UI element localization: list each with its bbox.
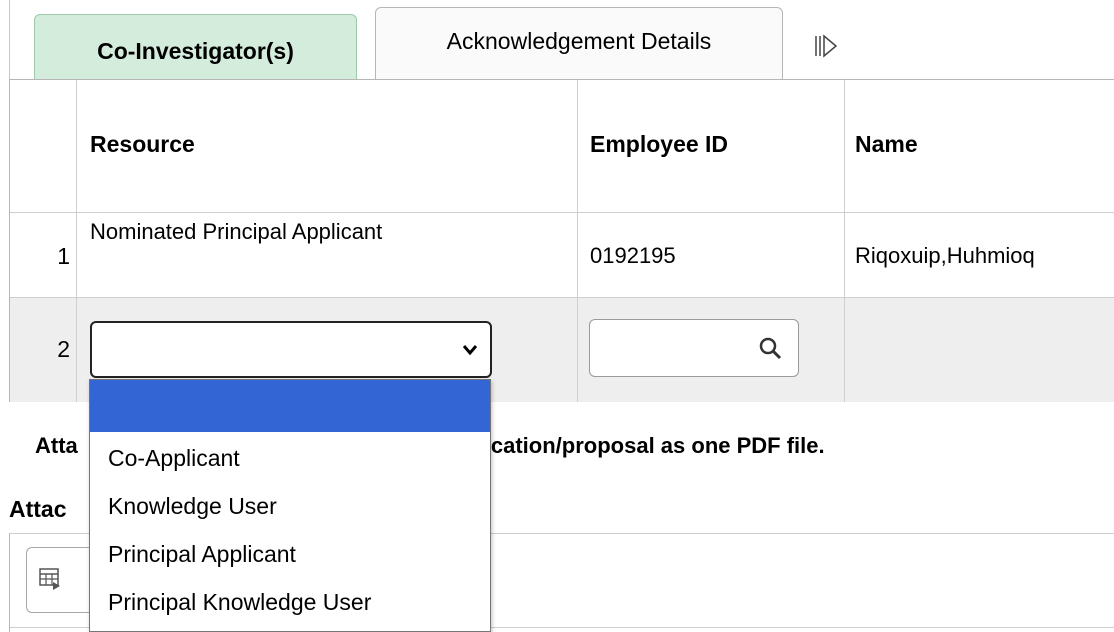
- dropdown-option-co-applicant[interactable]: Co-Applicant: [90, 434, 490, 482]
- resource-select[interactable]: [90, 321, 492, 378]
- attachment-instruction-left: Atta: [35, 433, 78, 458]
- tab-co-investigators[interactable]: Co-Investigator(s): [34, 14, 357, 80]
- attachment-instruction-right: pplication/proposal as one PDF file.: [451, 433, 825, 458]
- name-value: Riqoxuip,Huhmioq: [855, 243, 1035, 268]
- row-number: 2: [57, 336, 70, 362]
- column-header-resource: Resource: [90, 131, 195, 157]
- attachments-heading: Attac: [9, 496, 67, 522]
- column-header-employee-id: Employee ID: [590, 131, 729, 157]
- employee-id-lookup-field[interactable]: [589, 319, 799, 377]
- resource-value: Nominated Principal Applicant: [90, 219, 383, 244]
- tab-acknowledgement-details[interactable]: Acknowledgement Details: [375, 7, 783, 79]
- column-divider: [577, 80, 578, 402]
- resource-dropdown-list: Co-Applicant Knowledge User Principal Ap…: [89, 379, 491, 632]
- column-header-name: Name: [855, 131, 918, 157]
- employee-id-value: 0192195: [590, 243, 676, 268]
- table-row: 1 Nominated Principal Applicant 0192195 …: [10, 213, 1114, 298]
- dropdown-option-knowledge-user[interactable]: Knowledge User: [90, 482, 490, 530]
- show-more-tabs-icon[interactable]: [812, 32, 842, 60]
- co-investigators-grid: Resource Employee ID Name 1 Nominated Pr…: [9, 79, 1114, 402]
- grid-settings-icon: [39, 568, 60, 590]
- tabs-left-border: [9, 0, 10, 80]
- search-icon[interactable]: [758, 336, 782, 360]
- row-number: 1: [57, 243, 70, 269]
- dropdown-option-blank[interactable]: [90, 380, 490, 432]
- column-divider: [844, 80, 845, 402]
- personalize-grid-button[interactable]: [26, 547, 94, 613]
- column-divider: [76, 80, 77, 402]
- grid-header-row: Resource Employee ID Name: [10, 80, 1114, 213]
- dropdown-option-principal-applicant[interactable]: Principal Applicant: [90, 530, 490, 578]
- dropdown-option-principal-knowledge-user[interactable]: Principal Knowledge User: [90, 578, 490, 626]
